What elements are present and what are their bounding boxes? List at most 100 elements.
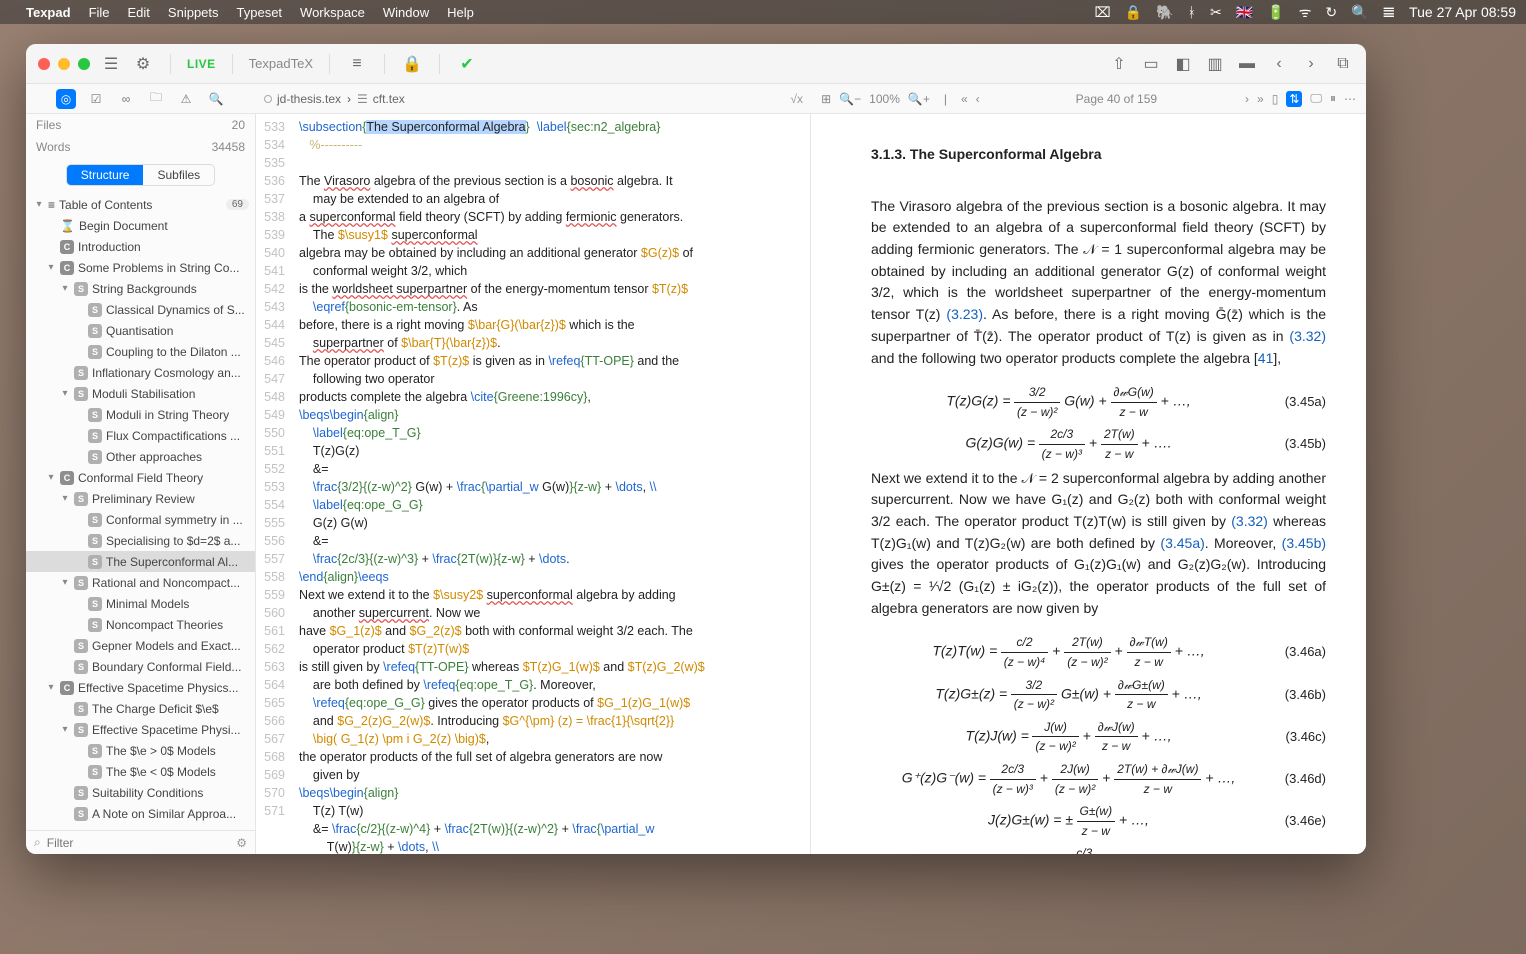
layout-three-icon[interactable]: ▥ [1204,53,1226,75]
code-line[interactable]: \end{align}\eeqs [299,568,802,586]
sliders-icon[interactable]: ≡ [346,53,368,75]
zoom-level[interactable]: 100% [869,92,900,106]
spotlight-icon[interactable]: 🔍 [1351,4,1368,21]
evernote-icon[interactable]: 🐘 [1156,4,1173,21]
code-line[interactable] [299,154,802,172]
outline-item[interactable]: SThe $\e < 0$ Models [26,761,255,782]
code-line[interactable]: \eqref{bosonic-em-tensor}. As [299,298,802,316]
chevron-down-icon[interactable]: ▾ [34,199,44,210]
app-name[interactable]: Texpad [26,5,71,20]
menu-window[interactable]: Window [383,5,429,20]
outline-item[interactable]: SSuitability Conditions [26,782,255,803]
layout-split-icon[interactable]: ◧ [1172,53,1194,75]
code-line[interactable]: The Virasoro algebra of the previous sec… [299,172,802,208]
toc-root[interactable]: ▾ ≡ Table of Contents 69 [26,194,255,215]
nav-back-icon[interactable]: ‹ [1268,53,1290,75]
code-line[interactable]: \frac{2c/3}{(z-w)^3} + \frac{2T(w)}{z-w}… [299,550,802,568]
code-line[interactable]: a superconformal field theory (SCFT) by … [299,208,802,226]
layout-preview-icon[interactable]: ▬ [1236,53,1258,75]
clock[interactable]: Tue 27 Apr 08:59 [1409,4,1516,20]
chevron-icon[interactable]: ▾ [60,283,70,294]
chevron-icon[interactable]: ▾ [46,682,56,693]
filter-settings-icon[interactable]: ⚙ [236,836,247,850]
more-icon[interactable]: ⋯ [1344,92,1356,106]
sync-icon[interactable]: ⇅ [1286,91,1302,107]
outline-item[interactable]: SClassical Dynamics of S... [26,299,255,320]
code-line[interactable]: before, there is a right moving $\bar{G}… [299,316,802,352]
code-line[interactable]: \big( G_1(z) \pm i G_2(z) \big)$, [299,730,802,748]
code-line[interactable]: &= [299,532,802,550]
lock-icon[interactable]: 🔒 [1125,4,1142,21]
close-button[interactable] [38,58,50,70]
outline-item[interactable]: SA Note on Similar Approa... [26,803,255,824]
outline-item[interactable]: ▾SRational and Noncompact... [26,572,255,593]
page-mode-icon[interactable]: ▯ [1272,92,1279,106]
outline-item[interactable]: SNoncompact Theories [26,614,255,635]
folder-icon[interactable]: 🗀 [146,89,166,109]
outline-item[interactable]: SThe Charge Deficit $\e$ [26,698,255,719]
cite-link[interactable]: 41 [1258,350,1274,366]
eqref-link[interactable]: (3.45b) [1282,535,1326,551]
wifi-icon[interactable]: ᯤ [1299,3,1312,22]
popout-icon[interactable]: ⧉ [1332,53,1354,75]
current-file-tab[interactable]: ☰cft.tex [357,92,405,106]
menu-help[interactable]: Help [447,5,474,20]
code-area[interactable]: \subsection{The Superconformal Algebra} … [291,114,810,854]
zoom-in-icon[interactable]: 🔍+ [908,92,930,106]
next-page-icon[interactable]: › [1245,92,1249,106]
segment-structure[interactable]: Structure [67,165,144,185]
code-line[interactable]: The $\susy1$ superconformal [299,226,802,244]
timemachine-icon[interactable]: ↻ [1325,4,1337,21]
input-flag-icon[interactable]: 🇬🇧 [1236,4,1253,21]
outline-item[interactable]: ▾SString Backgrounds [26,278,255,299]
outline-item[interactable]: ⌛Begin Document [26,215,255,236]
code-line[interactable]: \beqs\begin{align} [299,406,802,424]
checklist-icon[interactable]: ☑ [86,89,106,109]
outline-item[interactable]: SThe $\e > 0$ Models [26,740,255,761]
outline-item[interactable]: SModuli in String Theory [26,404,255,425]
outline-item[interactable]: SSpecialising to $d=2$ a... [26,530,255,551]
outline-item[interactable]: SThe Superconformal Al... [26,551,255,572]
display-icon[interactable]: 🖵 [1310,91,1322,106]
code-line[interactable]: \refeq{eq:ope_G_G} gives the operator pr… [299,694,802,730]
code-line[interactable]: Next we extend it to the $\susy2$ superc… [299,586,802,622]
outline-item[interactable]: ▾SEffective Spacetime Physi... [26,719,255,740]
code-line[interactable]: T(z)G(z) [299,442,802,460]
code-line[interactable]: algebra may be obtained by including an … [299,244,802,280]
menu-edit[interactable]: Edit [128,5,150,20]
search-icon[interactable]: 🔍 [206,89,226,109]
chevron-icon[interactable]: ▾ [60,577,70,588]
outline-item[interactable]: ▾SModuli Stabilisation [26,383,255,404]
outline-item[interactable]: SInflationary Cosmology an... [26,362,255,383]
bluetooth-icon[interactable]: ᚼ [1188,4,1196,20]
infinity-icon[interactable]: ∞ [116,89,136,109]
settings-gear-icon[interactable]: ⚙ [132,53,154,75]
segment-subfiles[interactable]: Subfiles [143,165,214,185]
code-line[interactable]: products complete the algebra \cite{Gree… [299,388,802,406]
nav-forward-icon[interactable]: › [1300,53,1322,75]
grid-icon[interactable]: ⊞ [821,92,831,106]
code-line[interactable]: the operator products of the full set of… [299,748,802,784]
lock-icon[interactable]: 🔒 [401,53,423,75]
code-line[interactable]: %---------- [299,136,802,154]
outline-item[interactable]: SGepner Models and Exact... [26,635,255,656]
last-page-icon[interactable]: » [1257,92,1264,106]
filter-input[interactable] [47,836,231,850]
outline-tree[interactable]: ▾ ≡ Table of Contents 69 ⌛Begin Document… [26,190,255,830]
code-line[interactable]: G(z) G(w) [299,514,802,532]
battery-icon[interactable]: 🔋 [1267,4,1284,21]
eqref-link[interactable]: (3.23) [946,306,983,322]
chevron-icon[interactable]: ▾ [46,262,56,273]
code-line[interactable]: is the worldsheet superpartner of the en… [299,280,802,298]
outline-item[interactable]: SFlux Compactifications ... [26,425,255,446]
outline-item[interactable]: ▾CSome Problems in String Co... [26,257,255,278]
eqref-link[interactable]: (3.32) [1231,513,1268,529]
pause-icon[interactable]: ⏸ [1330,91,1336,106]
minimize-button[interactable] [58,58,70,70]
menu-workspace[interactable]: Workspace [300,5,365,20]
code-line[interactable]: T(z) T(w) [299,802,802,820]
control-center-icon[interactable]: 𝌆 [1383,4,1396,21]
layout-single-icon[interactable]: ▭ [1140,53,1162,75]
code-line[interactable]: &= \frac{c/2}{(z-w)^4} + \frac{2T(w)}{(z… [299,820,802,854]
eqref-link[interactable]: (3.32) [1289,328,1326,344]
